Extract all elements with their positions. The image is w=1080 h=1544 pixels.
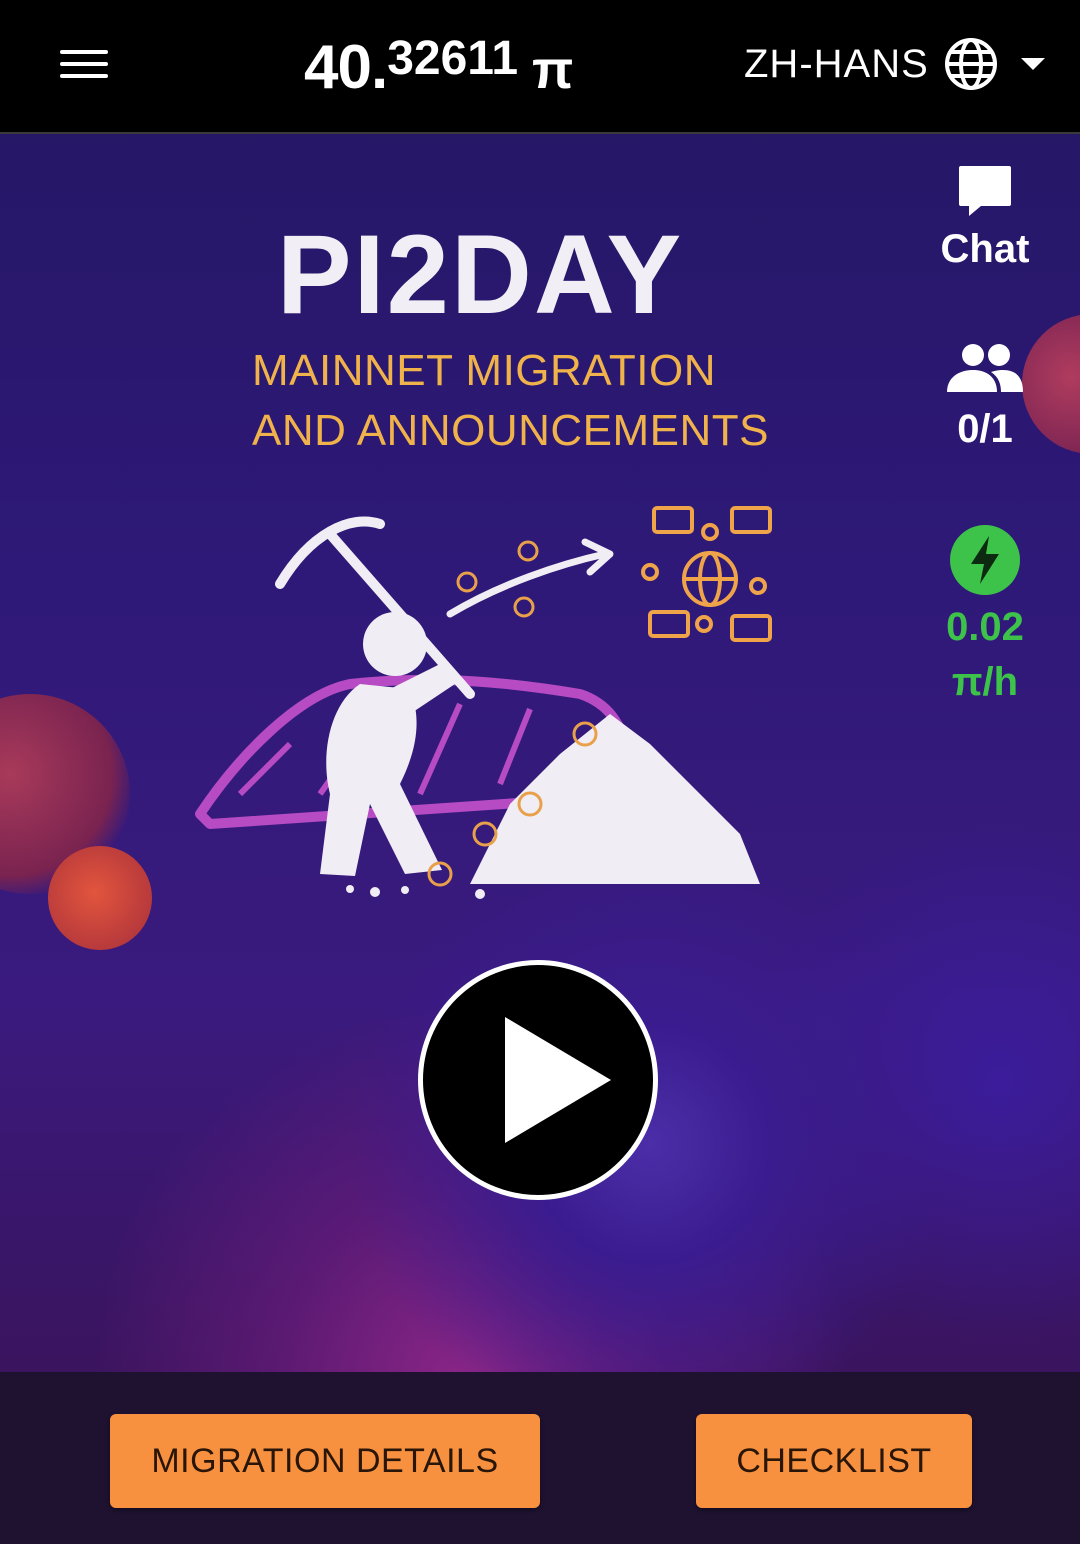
- migration-details-button[interactable]: MIGRATION DETAILS: [110, 1414, 540, 1508]
- chat-button[interactable]: Chat: [920, 164, 1050, 272]
- video-banner: PI2DAY MAINNET MIGRATION AND ANNOUNCEMEN…: [0, 134, 1080, 1372]
- decor-blob: [48, 846, 152, 950]
- chat-label: Chat: [940, 227, 1030, 271]
- language-code: ZH-HANS: [744, 41, 929, 86]
- promo-subtitle-line1: MAINNET MIGRATION: [252, 346, 716, 395]
- menu-line: [60, 74, 108, 78]
- menu-line: [60, 50, 108, 54]
- currency-symbol: π: [532, 40, 574, 100]
- team-icon: [947, 344, 1023, 392]
- mining-rate-button[interactable]: 0.02 π/h: [920, 524, 1050, 705]
- mining-rate-unit: π/h: [951, 660, 1019, 704]
- top-bar: 40.32611 π ZH-HANS: [0, 0, 1080, 134]
- miner-illustration: [195, 506, 772, 899]
- menu-line: [60, 62, 108, 66]
- balance-integer: 40.: [304, 33, 388, 102]
- globe-icon: [944, 38, 997, 90]
- team-counter[interactable]: 0/1: [920, 342, 1050, 452]
- checklist-button[interactable]: CHECKLIST: [696, 1414, 972, 1508]
- action-bar: MIGRATION DETAILS CHECKLIST: [0, 1372, 1080, 1544]
- pi-balance: 40.32611 π: [304, 22, 573, 102]
- team-count: 0/1: [957, 407, 1013, 451]
- promo-title: PI2DAY: [276, 212, 684, 337]
- play-video-button[interactable]: [418, 960, 658, 1200]
- lightning-icon: [950, 525, 1020, 595]
- menu-icon[interactable]: [60, 46, 108, 82]
- chat-bubble-icon: [959, 166, 1011, 216]
- balance-decimal: 32611: [387, 32, 519, 85]
- promo-subtitle-line2: AND ANNOUNCEMENTS: [252, 406, 769, 455]
- play-icon: [505, 1017, 611, 1143]
- dropdown-caret-icon: [1020, 58, 1045, 70]
- mining-rate-value: 0.02: [946, 605, 1024, 649]
- language-selector[interactable]: ZH-HANS: [744, 36, 1045, 92]
